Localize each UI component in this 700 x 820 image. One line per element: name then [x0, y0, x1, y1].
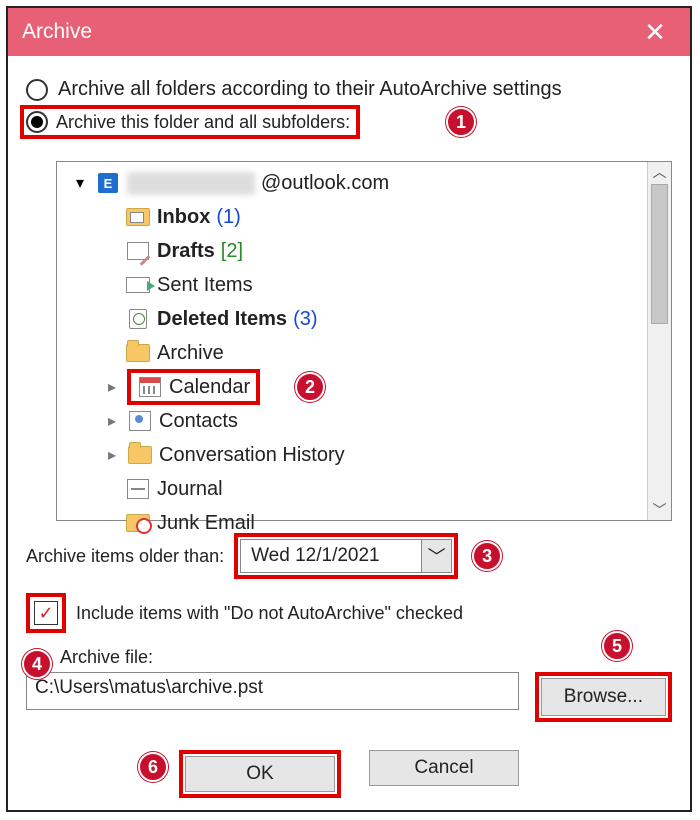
drafts-icon [127, 242, 149, 260]
drafts-label: Drafts [157, 240, 215, 263]
callout-6: 6 [138, 752, 168, 782]
conv-label: Conversation History [159, 444, 345, 467]
calendar-label: Calendar [169, 376, 250, 399]
drafts-count: [2] [221, 240, 243, 263]
window-title: Archive [22, 20, 92, 44]
include-label: Include items with "Do not AutoArchive" … [76, 603, 463, 624]
ok-button[interactable]: OK [185, 756, 335, 792]
older-than-value: Wed 12/1/2021 [241, 545, 421, 567]
trash-icon [129, 309, 147, 329]
archive-file-input[interactable]: C:\Users\matus\archive.pst [26, 672, 519, 710]
callout-5: 5 [602, 631, 632, 661]
journal-label: Journal [157, 478, 223, 501]
tree-inbox[interactable]: Inbox (1) [65, 200, 645, 234]
contacts-icon [129, 411, 151, 431]
account-name-redacted: xxxxxxxxxxxx [127, 172, 255, 195]
radio-archive-this[interactable] [26, 111, 48, 133]
deleted-label: Deleted Items [157, 308, 287, 331]
folder-icon [128, 446, 152, 464]
exchange-icon: E [98, 173, 118, 193]
inbox-count: (1) [216, 206, 240, 229]
cancel-button[interactable]: Cancel [369, 750, 519, 786]
radio-archive-all[interactable] [26, 79, 48, 101]
callout-4: 4 [22, 649, 52, 679]
sent-label: Sent Items [157, 274, 253, 297]
chevron-down-icon[interactable]: ﹀ [421, 540, 451, 572]
callout-2: 2 [295, 372, 325, 402]
account-suffix: @outlook.com [261, 172, 389, 195]
older-than-date[interactable]: Wed 12/1/2021 ﹀ [240, 539, 452, 573]
folder-icon [126, 344, 150, 362]
tree-calendar[interactable]: Calendar 2 [65, 370, 645, 404]
archive-dialog: Archive ✕ Archive all folders according … [6, 6, 692, 812]
callout-3: 3 [472, 541, 502, 571]
radio-archive-this-label: Archive this folder and all subfolders: [56, 112, 350, 133]
scroll-down-icon[interactable]: ﹀ [653, 500, 667, 520]
inbox-label: Inbox [157, 206, 210, 229]
chevron-down-icon[interactable] [71, 173, 89, 193]
titlebar: Archive ✕ [8, 8, 690, 56]
folder-tree[interactable]: E xxxxxxxxxxxx @outlook.com Inbox (1) Dra… [56, 161, 672, 521]
tree-deleted[interactable]: Deleted Items (3) [65, 302, 645, 336]
tree-conversation-history[interactable]: Conversation History [65, 438, 645, 472]
tree-drafts[interactable]: Drafts [2] [65, 234, 645, 268]
archive-label: Archive [157, 342, 224, 365]
sent-icon [126, 277, 150, 293]
older-than-label: Archive items older than: [26, 546, 224, 567]
browse-button[interactable]: Browse... [541, 678, 666, 716]
calendar-icon [139, 377, 161, 397]
tree-journal[interactable]: Journal [65, 472, 645, 506]
close-icon[interactable]: ✕ [630, 8, 680, 56]
radio-archive-all-label: Archive all folders according to their A… [58, 78, 562, 101]
tree-account[interactable]: E xxxxxxxxxxxx @outlook.com [65, 166, 645, 200]
scroll-up-icon[interactable]: ︿ [653, 162, 667, 182]
callout-1: 1 [446, 107, 476, 137]
tree-sent[interactable]: Sent Items [65, 268, 645, 302]
include-checkbox[interactable]: ✓ [34, 601, 58, 625]
deleted-count: (3) [293, 308, 317, 331]
chevron-right-icon[interactable] [103, 377, 121, 397]
archive-file-label: Archive file: [60, 647, 153, 667]
junk-icon [126, 514, 150, 532]
tree-archive[interactable]: Archive [65, 336, 645, 370]
inbox-icon [126, 208, 150, 226]
chevron-right-icon[interactable] [103, 411, 121, 431]
journal-icon [127, 479, 149, 499]
scroll-thumb[interactable] [651, 184, 668, 324]
tree-contacts[interactable]: Contacts [65, 404, 645, 438]
scrollbar[interactable]: ︿ ﹀ [647, 162, 671, 520]
chevron-right-icon[interactable] [103, 445, 121, 465]
contacts-label: Contacts [159, 410, 238, 433]
junk-label: Junk Email [157, 512, 255, 535]
